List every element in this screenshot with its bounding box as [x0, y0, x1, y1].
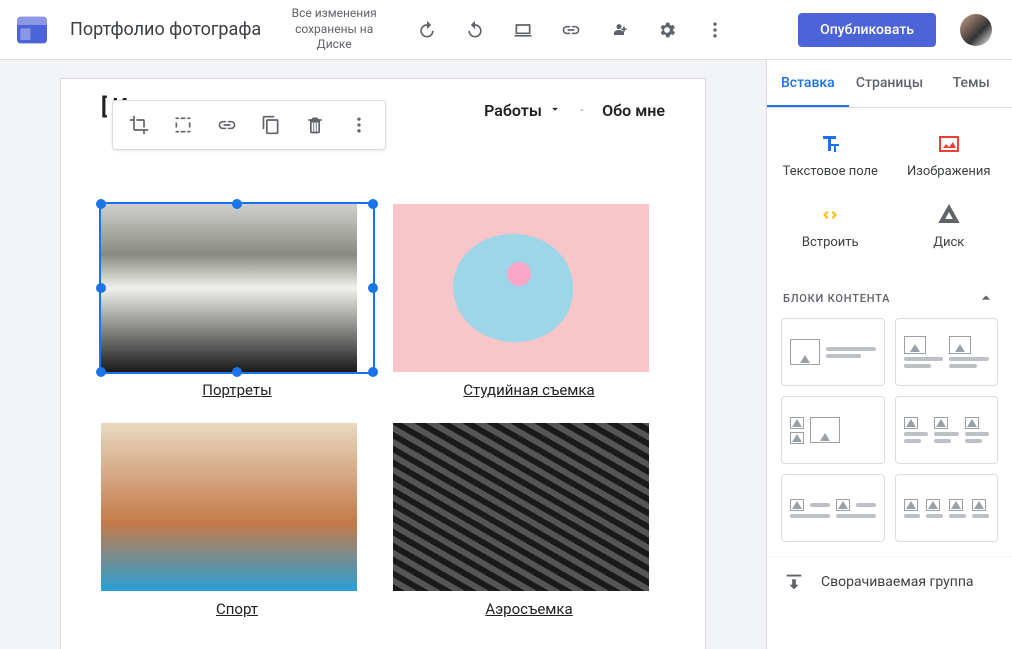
content-blocks-grid [767, 318, 1012, 556]
block-template-4[interactable] [895, 396, 999, 464]
redo-button[interactable] [455, 10, 495, 50]
gallery-caption[interactable]: Спорт [216, 600, 258, 618]
side-tabs: Вставка Страницы Темы [767, 60, 1012, 108]
gallery-caption[interactable]: Портреты [202, 381, 271, 399]
toolbar [407, 10, 735, 50]
gallery-image[interactable] [393, 204, 649, 372]
page[interactable]: [ И Работы · Обо мне [60, 78, 706, 649]
share-button[interactable] [599, 10, 639, 50]
insert-textbox-label: Текстовое поле [783, 164, 878, 179]
text-icon [818, 132, 842, 156]
uncrop-button[interactable] [163, 105, 203, 145]
delete-button[interactable] [295, 105, 335, 145]
canvas-area[interactable]: [ И Работы · Обо мне [0, 60, 766, 649]
block-template-2[interactable] [895, 318, 999, 386]
save-status: Все изменения сохранены на Диске [289, 6, 379, 53]
nav-works-label: Работы [484, 101, 542, 120]
link-button[interactable] [551, 10, 591, 50]
image-float-toolbar [112, 100, 386, 150]
insert-grid: Текстовое поле Изображения Встроить Диск [767, 108, 1012, 274]
gallery-image[interactable] [393, 423, 649, 591]
tab-insert[interactable]: Вставка [767, 60, 849, 107]
top-bar: Портфолио фотографа Все изменения сохран… [0, 0, 1012, 60]
gallery: Портреты Студийная съемка Спорт Аэросъем… [61, 120, 705, 649]
collapsible-label: Сворачиваемая группа [821, 574, 974, 590]
chevron-down-icon [548, 102, 562, 116]
insert-link-button[interactable] [207, 105, 247, 145]
resize-handle[interactable] [368, 283, 378, 293]
drive-icon [937, 203, 961, 227]
gallery-item-sport[interactable]: Спорт [101, 423, 373, 618]
crop-button[interactable] [119, 105, 159, 145]
insert-collapsible-group[interactable]: Сворачиваемая группа [767, 556, 1012, 607]
insert-images-label: Изображения [907, 164, 991, 179]
resize-handle[interactable] [368, 367, 378, 377]
image-icon [937, 132, 961, 156]
gallery-image[interactable] [101, 204, 357, 372]
block-template-5[interactable] [781, 474, 885, 542]
settings-button[interactable] [647, 10, 687, 50]
tab-themes[interactable]: Темы [930, 60, 1012, 107]
gallery-item-portraits[interactable]: Портреты [101, 204, 373, 399]
insert-drive[interactable]: Диск [890, 193, 1009, 264]
publish-button[interactable]: Опубликовать [798, 13, 936, 47]
resize-handle[interactable] [368, 199, 378, 209]
document-title[interactable]: Портфолио фотографа [70, 19, 261, 40]
insert-textbox[interactable]: Текстовое поле [771, 122, 890, 193]
gallery-caption[interactable]: Аэросъемка [485, 600, 572, 618]
collapsible-icon [783, 571, 805, 593]
gallery-image[interactable] [101, 423, 357, 591]
insert-drive-label: Диск [933, 235, 964, 250]
chevron-up-icon [976, 288, 996, 308]
tab-pages[interactable]: Страницы [849, 60, 931, 107]
block-template-3[interactable] [781, 396, 885, 464]
more-button[interactable] [695, 10, 735, 50]
app-icon[interactable] [12, 10, 52, 50]
more-options-button[interactable] [339, 105, 379, 145]
nav-works[interactable]: Работы [484, 101, 562, 120]
gallery-item-studio[interactable]: Студийная съемка [393, 204, 665, 399]
embed-icon [818, 203, 842, 227]
insert-embed[interactable]: Встроить [771, 193, 890, 264]
insert-embed-label: Встроить [802, 235, 859, 250]
gallery-item-aero[interactable]: Аэросъемка [393, 423, 665, 618]
insert-images[interactable]: Изображения [890, 122, 1009, 193]
undo-button[interactable] [407, 10, 447, 50]
copy-button[interactable] [251, 105, 291, 145]
nav-separator: · [580, 101, 584, 120]
account-avatar[interactable] [960, 14, 992, 46]
content-blocks-label: БЛОКИ КОНТЕНТА [783, 292, 890, 305]
content-blocks-header[interactable]: БЛОКИ КОНТЕНТА [767, 274, 1012, 318]
nav-about[interactable]: Обо мне [602, 101, 665, 120]
gallery-caption[interactable]: Студийная съемка [463, 381, 594, 399]
side-panel: Вставка Страницы Темы Текстовое поле Изо… [766, 60, 1012, 649]
block-template-1[interactable] [781, 318, 885, 386]
preview-button[interactable] [503, 10, 543, 50]
block-template-6[interactable] [895, 474, 999, 542]
